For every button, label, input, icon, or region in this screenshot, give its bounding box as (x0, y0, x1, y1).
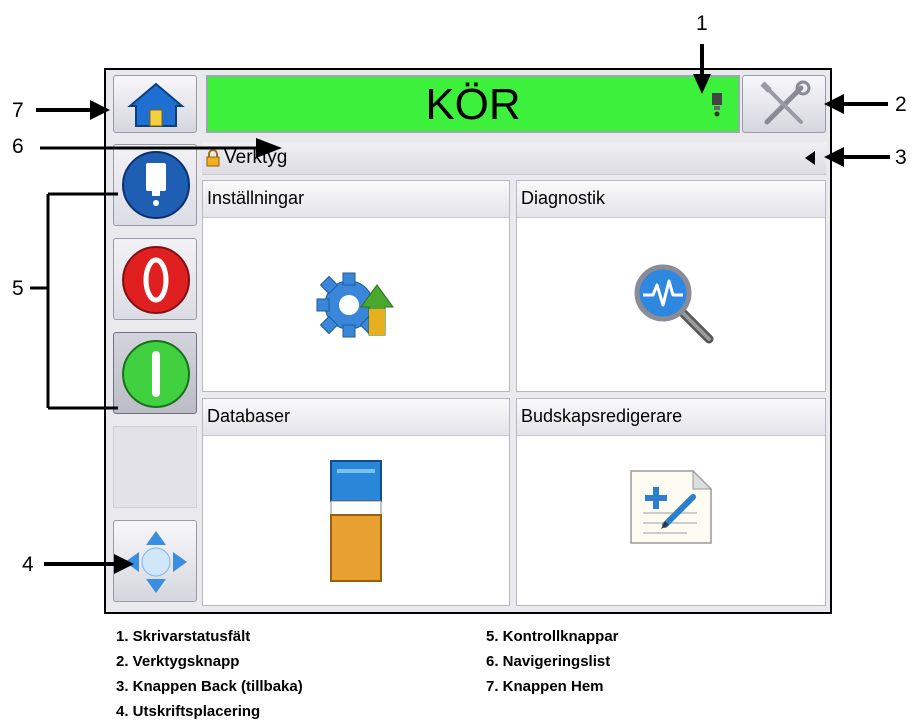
legend-item: 5. Kontrollknappar (486, 628, 619, 645)
callout-arrows (30, 44, 890, 574)
callout-4: 4 (22, 553, 34, 576)
legend-item: 7. Knappen Hem (486, 678, 604, 695)
legend-item: 4. Utskriftsplacering (116, 703, 261, 720)
legend-item: 3. Knappen Back (tillbaka) (116, 678, 303, 695)
callout-3: 3 (895, 146, 907, 169)
callout-6: 6 (12, 135, 24, 158)
callout-2: 2 (895, 93, 907, 116)
callout-1: 1 (696, 12, 708, 35)
callout-5: 5 (12, 277, 24, 300)
legend-item: 1. Skrivarstatusfält (116, 628, 251, 645)
legend-item: 2. Verktygsknapp (116, 653, 240, 670)
callout-7: 7 (12, 99, 24, 122)
legend-item: 6. Navigeringslist (486, 653, 611, 670)
